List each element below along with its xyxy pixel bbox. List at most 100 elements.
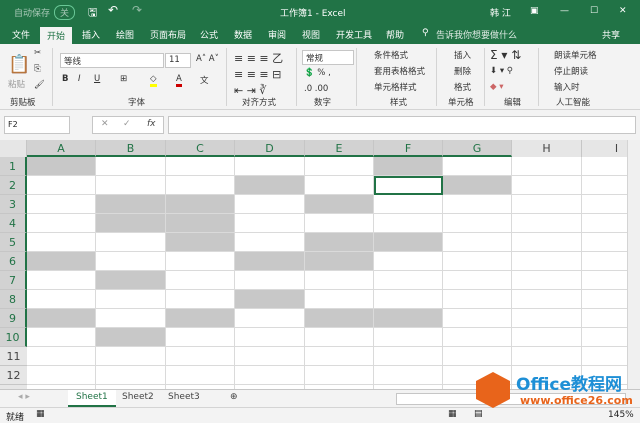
- copy-icon[interactable]: ⎘: [34, 64, 41, 74]
- macro-record-icon[interactable]: ▦: [36, 409, 45, 419]
- sheet-nav-arrows[interactable]: ◂ ▸: [10, 390, 38, 407]
- tab-data[interactable]: 数据: [234, 28, 252, 41]
- cell-A6[interactable]: [27, 252, 96, 271]
- cell-G5[interactable]: [443, 233, 512, 252]
- cell-E8[interactable]: [305, 290, 374, 309]
- cell-F11[interactable]: [374, 347, 443, 366]
- maximize-button[interactable]: ☐: [590, 6, 598, 16]
- clear-icon[interactable]: ◆ ▾: [490, 82, 504, 92]
- row-header-10[interactable]: 10: [0, 328, 27, 347]
- cell-G6[interactable]: [443, 252, 512, 271]
- cell-F12[interactable]: [374, 366, 443, 385]
- cell-C6[interactable]: [166, 252, 235, 271]
- font-size-select[interactable]: 11: [165, 53, 191, 68]
- read-cell-button[interactable]: 朗读单元格: [554, 49, 597, 61]
- cell-F5[interactable]: [374, 233, 443, 252]
- cell-H7[interactable]: [512, 271, 582, 290]
- cell-D11[interactable]: [235, 347, 305, 366]
- cell-A11[interactable]: [27, 347, 96, 366]
- cell-D9[interactable]: [235, 309, 305, 328]
- cell-A5[interactable]: [27, 233, 96, 252]
- format-cells-button[interactable]: 格式: [454, 81, 471, 93]
- cut-icon[interactable]: ✂: [34, 48, 41, 58]
- cell-H11[interactable]: [512, 347, 582, 366]
- sheet-tab-1[interactable]: Sheet1: [68, 390, 116, 407]
- cell-D12[interactable]: [235, 366, 305, 385]
- tab-view[interactable]: 视图: [302, 28, 320, 41]
- cell-D1[interactable]: [235, 157, 305, 176]
- format-painter-icon[interactable]: 🖌: [34, 80, 45, 90]
- cell-B4[interactable]: [96, 214, 166, 233]
- cell-F1[interactable]: [374, 157, 443, 176]
- insert-cells-button[interactable]: 插入: [454, 49, 471, 61]
- delete-cells-button[interactable]: 删除: [454, 65, 471, 77]
- cell-F10[interactable]: [374, 328, 443, 347]
- autosave-toggle[interactable]: 关: [54, 5, 76, 20]
- column-header-C[interactable]: C: [166, 140, 235, 157]
- cell-style-button[interactable]: 单元格样式: [374, 81, 417, 93]
- cell-E11[interactable]: [305, 347, 374, 366]
- close-button[interactable]: ✕: [619, 6, 627, 16]
- row-header-1[interactable]: 1: [0, 157, 27, 176]
- border-icon[interactable]: ⊞: [120, 74, 127, 84]
- cell-E10[interactable]: [305, 328, 374, 347]
- cell-F9[interactable]: [374, 309, 443, 328]
- cell-C3[interactable]: [166, 195, 235, 214]
- paste-button[interactable]: 粘贴: [8, 78, 25, 90]
- fill-icon[interactable]: ⬇ ▾ ⚲: [490, 66, 513, 76]
- cell-B5[interactable]: [96, 233, 166, 252]
- tab-developer[interactable]: 开发工具: [336, 28, 372, 41]
- cell-F2[interactable]: [374, 176, 443, 195]
- vertical-scrollbar[interactable]: [627, 140, 640, 389]
- row-header-8[interactable]: 8: [0, 290, 27, 309]
- cancel-icon[interactable]: ✕: [101, 119, 109, 129]
- select-all-corner[interactable]: [0, 140, 27, 157]
- cell-D6[interactable]: [235, 252, 305, 271]
- column-header-G[interactable]: G: [443, 140, 512, 157]
- cell-E3[interactable]: [305, 195, 374, 214]
- undo-icon[interactable]: ↶: [108, 3, 118, 17]
- cell-B12[interactable]: [96, 366, 166, 385]
- page-layout-icon[interactable]: ▤: [474, 409, 483, 419]
- tab-formulas[interactable]: 公式: [200, 28, 218, 41]
- cell-H6[interactable]: [512, 252, 582, 271]
- cell-B9[interactable]: [96, 309, 166, 328]
- zoom-level[interactable]: 145%: [608, 410, 634, 420]
- cell-H1[interactable]: [512, 157, 582, 176]
- cell-F3[interactable]: [374, 195, 443, 214]
- stop-reading-button[interactable]: 停止朗读: [554, 65, 588, 77]
- cell-E4[interactable]: [305, 214, 374, 233]
- cell-F8[interactable]: [374, 290, 443, 309]
- tab-page-layout[interactable]: 页面布局: [150, 28, 186, 41]
- cell-E9[interactable]: [305, 309, 374, 328]
- cell-C12[interactable]: [166, 366, 235, 385]
- formula-input[interactable]: [168, 116, 636, 134]
- cell-D5[interactable]: [235, 233, 305, 252]
- new-sheet-icon[interactable]: ⊕: [222, 390, 246, 407]
- italic-button[interactable]: I: [78, 74, 81, 84]
- decimal-icon[interactable]: .0 .00: [304, 84, 328, 94]
- phonetic-icon[interactable]: 文: [200, 74, 209, 86]
- cell-C2[interactable]: [166, 176, 235, 195]
- sheet-tab-2[interactable]: Sheet2: [114, 390, 162, 407]
- save-icon[interactable]: 🖫: [88, 4, 97, 23]
- row-header-5[interactable]: 5: [0, 233, 27, 252]
- number-format-select[interactable]: 常规: [302, 50, 354, 65]
- cell-H5[interactable]: [512, 233, 582, 252]
- cell-F4[interactable]: [374, 214, 443, 233]
- cell-H10[interactable]: [512, 328, 582, 347]
- cell-G7[interactable]: [443, 271, 512, 290]
- cell-H3[interactable]: [512, 195, 582, 214]
- row-header-12[interactable]: 12: [0, 366, 27, 385]
- bold-button[interactable]: B: [62, 74, 68, 84]
- row-header-4[interactable]: 4: [0, 214, 27, 233]
- cell-A10[interactable]: [27, 328, 96, 347]
- column-header-D[interactable]: D: [235, 140, 305, 157]
- cell-G3[interactable]: [443, 195, 512, 214]
- cell-E2[interactable]: [305, 176, 374, 195]
- cell-G2[interactable]: [443, 176, 512, 195]
- cell-G9[interactable]: [443, 309, 512, 328]
- cell-C1[interactable]: [166, 157, 235, 176]
- cell-A12[interactable]: [27, 366, 96, 385]
- autosum-icon[interactable]: Σ ▾ ⇅: [490, 48, 521, 62]
